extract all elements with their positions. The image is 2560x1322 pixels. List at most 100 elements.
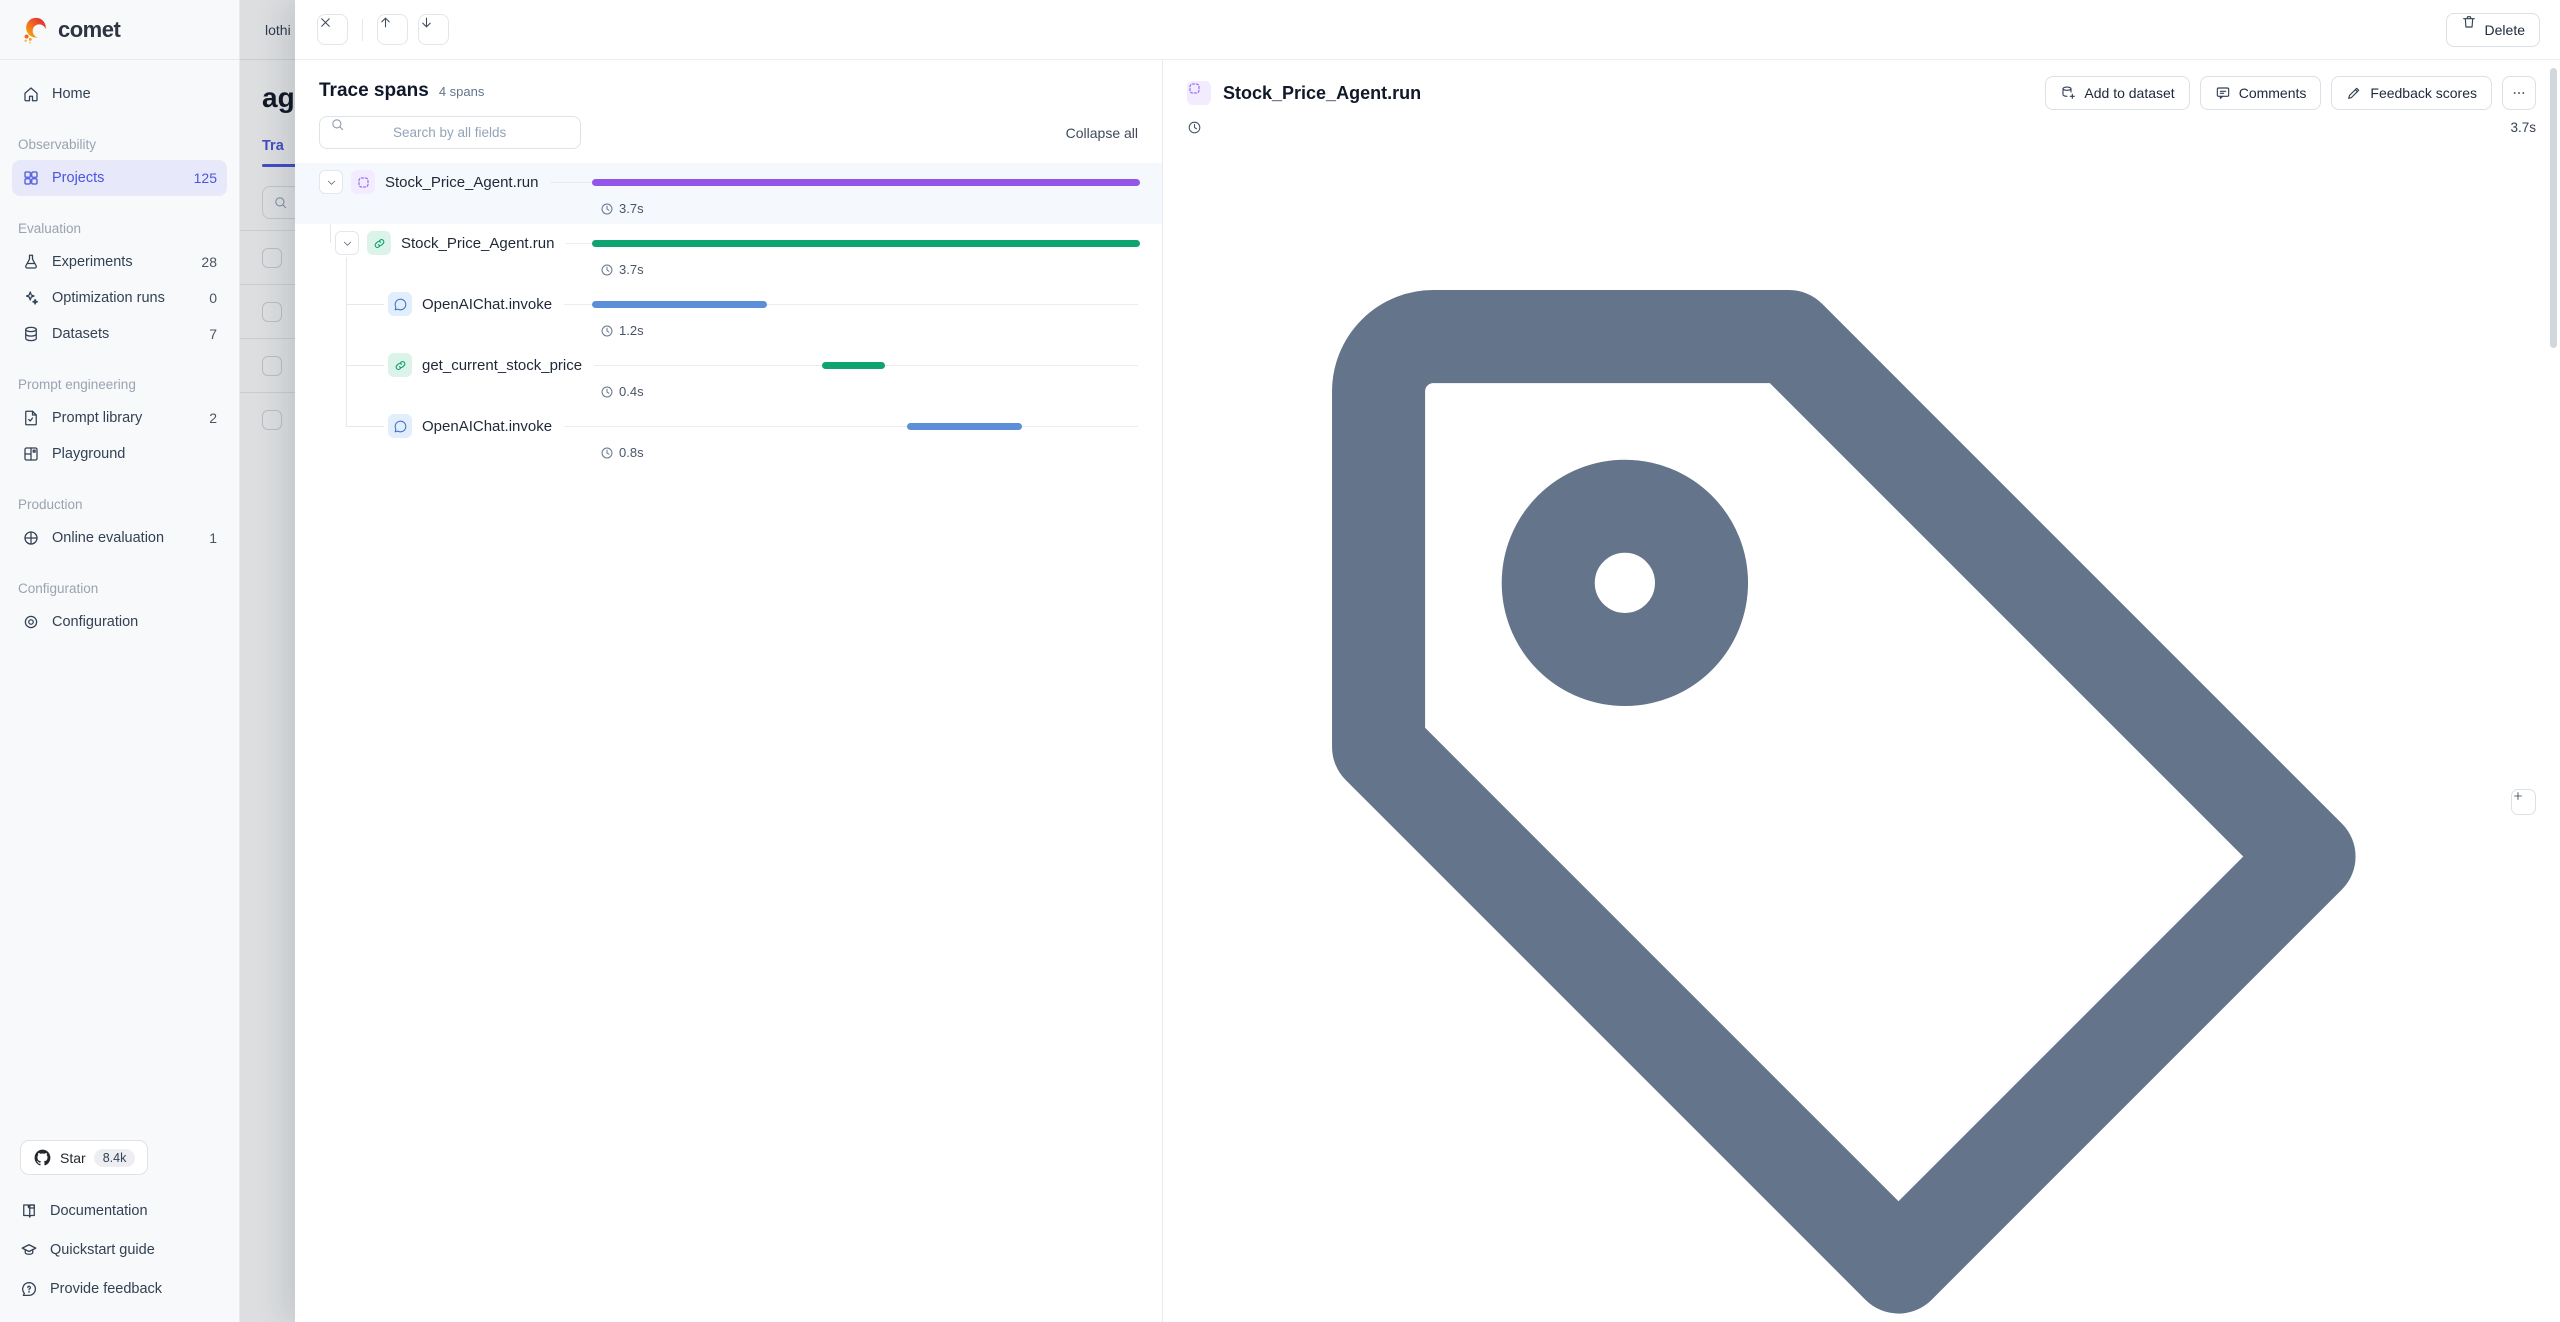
- comment-icon: [2215, 85, 2231, 101]
- scrollbar-thumb[interactable]: [2550, 68, 2557, 348]
- span-duration-bar: [592, 179, 1140, 186]
- github-star-button[interactable]: Star 8.4k: [20, 1140, 148, 1175]
- search-icon: [330, 117, 386, 148]
- sidebar-item-label: Home: [52, 86, 217, 102]
- comet-logo-text: comet: [58, 17, 120, 43]
- tag-icon: [1187, 145, 2501, 1322]
- grad-cap-icon: [20, 1241, 38, 1259]
- sidebar-link-provide-feedback[interactable]: Provide feedback: [20, 1269, 219, 1308]
- add-to-dataset-button[interactable]: Add to dataset: [2045, 76, 2189, 110]
- sidebar-link-label: Quickstart guide: [50, 1242, 155, 1258]
- sidebar-link-documentation[interactable]: Documentation: [20, 1191, 219, 1230]
- span-name: OpenAIChat.invoke: [422, 296, 552, 313]
- span-duration-bar: [822, 362, 885, 369]
- trace-spans-panel: Trace spans 4 spans Collapse all Stock_P: [295, 60, 1163, 1322]
- trace-span-row[interactable]: OpenAIChat.invoke 0.8s: [295, 407, 1162, 468]
- button-label: Comments: [2239, 85, 2307, 101]
- sidebar-item-count: 125: [194, 170, 217, 186]
- trace-span-row[interactable]: OpenAIChat.invoke 1.2s: [295, 285, 1162, 346]
- pen-icon: [2346, 85, 2362, 101]
- sidebar-item-count: 2: [209, 410, 217, 426]
- button-label: Feedback scores: [2370, 85, 2477, 101]
- span-duration-label: 0.4s: [600, 384, 644, 399]
- add-tag-button[interactable]: [2511, 789, 2536, 815]
- sidebar-item-optimization-runs[interactable]: Optimization runs0: [12, 280, 227, 316]
- flask-icon: [22, 253, 40, 271]
- trace-span-row[interactable]: get_current_stock_price 0.4s: [295, 346, 1162, 407]
- span-title: Stock_Price_Agent.run: [1223, 83, 1421, 104]
- sidebar-section: Configuration Configuration: [0, 578, 239, 640]
- span-duration-bar: [592, 240, 1140, 247]
- db-plus-icon: [2060, 85, 2076, 101]
- previous-trace-button[interactable]: [377, 14, 408, 45]
- sidebar-section-label: Observability: [0, 134, 239, 154]
- sidebar-item-prompt-library[interactable]: Prompt library 2: [12, 400, 227, 436]
- delete-button[interactable]: Delete: [2446, 13, 2540, 47]
- trace-detail-drawer: Delete Trace spans 4 spans Collapse all: [295, 0, 2560, 1322]
- sidebar-item-configuration[interactable]: Configuration: [12, 604, 227, 640]
- sidebar-nav: Home Observability Projects 125 Evaluation Ex…: [0, 60, 239, 640]
- more-actions-button[interactable]: [2502, 76, 2536, 110]
- span-duration: 3.7s: [1187, 120, 2536, 135]
- comet-logo[interactable]: comet: [20, 15, 120, 45]
- span-name: OpenAIChat.invoke: [422, 418, 552, 435]
- sidebar-item-projects[interactable]: Projects 125: [12, 160, 227, 196]
- github-icon: [33, 1148, 52, 1167]
- sidebar-item-experiments[interactable]: Experiments28: [12, 244, 227, 280]
- config-icon: [22, 613, 40, 631]
- close-button[interactable]: [317, 14, 348, 45]
- sidebar-item-online-evaluation[interactable]: Online evaluation 1: [12, 520, 227, 556]
- span-tree: Stock_Price_Agent.run3.7sStock_Price_Age…: [295, 163, 1162, 468]
- agent-span-icon: [1187, 81, 1211, 105]
- clock-icon: [1187, 120, 2503, 135]
- button-label: Add to dataset: [2084, 85, 2174, 101]
- duration-text: 1.2s: [619, 323, 644, 338]
- comments-button[interactable]: Comments: [2200, 76, 2322, 110]
- feedback-scores-button[interactable]: Feedback scores: [2331, 76, 2492, 110]
- sidebar-item-label: Projects: [52, 170, 182, 186]
- clock-icon: [600, 202, 614, 216]
- sidebar-item-label: Datasets: [52, 326, 197, 342]
- expand-chevron-button[interactable]: [319, 170, 343, 194]
- sidebar-header: comet: [0, 0, 239, 60]
- span-search-input[interactable]: [393, 125, 570, 140]
- span-name: get_current_stock_price: [422, 357, 582, 374]
- link-span-icon: [388, 353, 412, 377]
- trace-spans-title: Trace spans: [319, 80, 429, 102]
- duration-text: 3.7s: [619, 201, 644, 216]
- span-duration-label: 0.8s: [600, 445, 644, 460]
- chat-span-icon: [388, 292, 412, 316]
- expand-chevron-button[interactable]: [335, 231, 359, 255]
- detail-actions: Add to dataset Comments Feedback scores: [2045, 76, 2536, 110]
- sidebar-item-label: Online evaluation: [52, 530, 197, 546]
- trace-span-row[interactable]: Stock_Price_Agent.run 3.7s: [295, 163, 1162, 224]
- sidebar-section-label: Prompt engineering: [0, 374, 239, 394]
- link-span-icon: [367, 231, 391, 255]
- span-name: Stock_Price_Agent.run: [385, 174, 538, 191]
- sidebar-section: Prompt engineering Prompt library 2 Playgro…: [0, 374, 239, 472]
- next-trace-button[interactable]: [418, 14, 449, 45]
- sidebar-item-count: 0: [209, 290, 217, 306]
- sidebar-item-playground[interactable]: Playground: [12, 436, 227, 472]
- sidebar-section-label: Evaluation: [0, 218, 239, 238]
- comet-logo-icon: [20, 15, 50, 45]
- span-duration-bar: [592, 301, 767, 308]
- trace-span-row[interactable]: Stock_Price_Agent.run3.7s: [295, 224, 1162, 285]
- collapse-all-button[interactable]: Collapse all: [1066, 125, 1138, 141]
- playground-icon: [22, 445, 40, 463]
- span-duration-label: 1.2s: [600, 323, 644, 338]
- sidebar-link-quickstart-guide[interactable]: Quickstart guide: [20, 1230, 219, 1269]
- span-duration-bar: [907, 423, 1022, 430]
- sidebar-section: Home: [0, 76, 239, 112]
- sidebar-item-datasets[interactable]: Datasets7: [12, 316, 227, 352]
- sidebar-item-label: Experiments: [52, 254, 189, 270]
- sidebar-item-count: 1: [209, 530, 217, 546]
- sidebar-item-home[interactable]: Home: [12, 76, 227, 112]
- duration-text: 0.4s: [619, 384, 644, 399]
- toolbar-divider: [362, 19, 363, 41]
- sidebar-section-label: Configuration: [0, 578, 239, 598]
- span-search-box[interactable]: [319, 116, 581, 149]
- star-label: Star: [60, 1150, 86, 1166]
- book-icon: [20, 1202, 38, 1220]
- sidebar-item-label: Prompt library: [52, 410, 197, 426]
